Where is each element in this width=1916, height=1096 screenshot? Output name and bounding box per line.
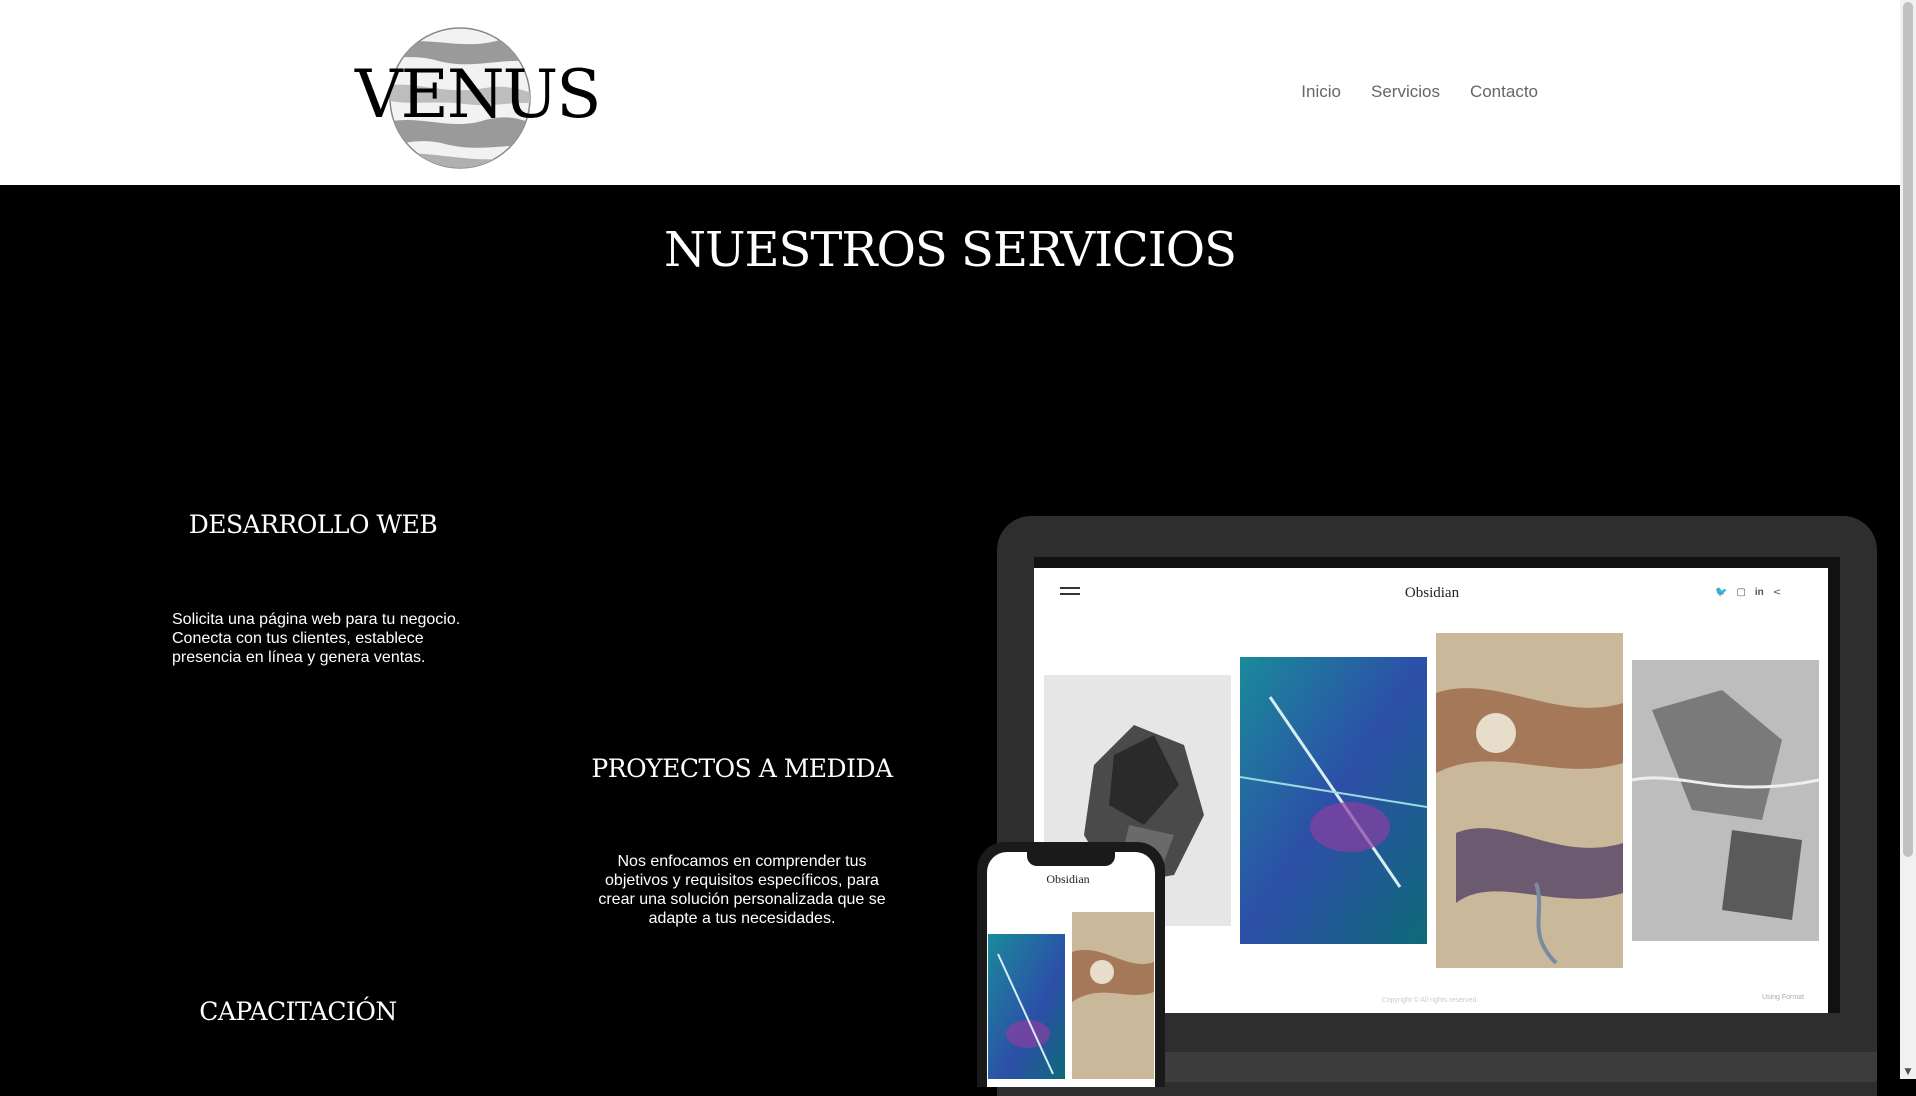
grey-marble-image — [1632, 660, 1819, 941]
service-title-training: CAPACITACIÓN — [199, 997, 397, 1026]
phone-aerial-image — [1072, 912, 1154, 1079]
phone-notch — [1027, 852, 1115, 866]
mockup-site-title: Obsidian — [1404, 585, 1460, 601]
twitter-icon: 🐦 — [1715, 587, 1728, 598]
mockup-copyright: Copyright © All rights reserved. — [1381, 997, 1479, 1004]
page-scrollbar[interactable]: ▼ — [1900, 0, 1916, 1079]
phone-site-title: Obsidian — [1046, 872, 1090, 886]
nav-contacto[interactable]: Contacto — [1470, 82, 1538, 102]
scroll-down-icon[interactable]: ▼ — [1900, 1065, 1916, 1079]
logo-text: VENUS — [355, 56, 601, 133]
venus-logo[interactable]: VENUS — [355, 24, 601, 174]
mockup-social-icons: 🐦 ▢ in < — [1715, 587, 1781, 598]
mockup-using: Using Format — [1762, 994, 1805, 1001]
linkedin-icon: in — [1754, 587, 1764, 598]
nav-servicios[interactable]: Servicios — [1371, 82, 1440, 102]
main-nav: Inicio Servicios Contacto — [1301, 82, 1538, 102]
share-icon: < — [1772, 587, 1782, 598]
service-desc-web: Solicita una página web para tu negocio.… — [172, 611, 461, 666]
aerial-landscape-image — [1436, 633, 1623, 968]
scrollbar-thumb[interactable] — [1903, 2, 1913, 857]
blue-mineral-image — [1240, 657, 1427, 944]
page-title: NUESTROS SERVICIOS — [664, 222, 1237, 278]
service-title-web: DESARROLLO WEB — [188, 510, 438, 539]
site-header: VENUS Inicio Servicios Contacto — [0, 0, 1900, 185]
phone-blue-mineral-image — [988, 934, 1065, 1079]
service-desc-custom: Nos enfocamos en comprender tus objetivo… — [598, 853, 886, 927]
service-title-custom: PROYECTOS A MEDIDA — [591, 754, 893, 783]
nav-inicio[interactable]: Inicio — [1301, 82, 1341, 102]
instagram-icon: ▢ — [1736, 587, 1746, 598]
hamburger-menu-icon — [1060, 587, 1080, 601]
